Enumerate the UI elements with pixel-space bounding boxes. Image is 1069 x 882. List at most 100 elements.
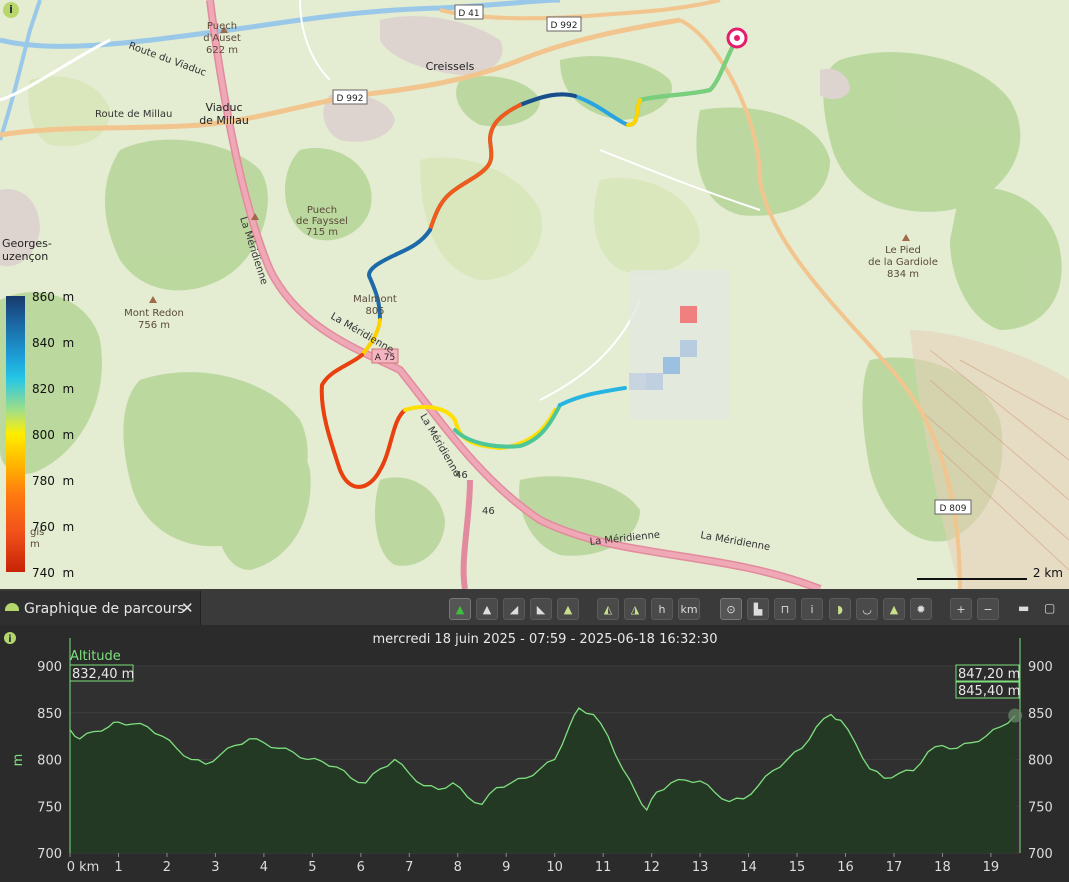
altitude-icon[interactable]: ▲: [449, 598, 471, 620]
scale-bar: [917, 578, 1027, 580]
chart-title: mercredi 18 juin 2025 - 07:59 - 2025-06-…: [373, 632, 718, 647]
zoom-in-icon[interactable]: +: [950, 598, 972, 620]
road-label-millau: Route de Millau: [95, 109, 172, 120]
legend-tick: 860 m: [32, 290, 75, 304]
svg-text:D 992: D 992: [337, 94, 364, 104]
sun-icon[interactable]: ✹: [910, 598, 932, 620]
chart-mode-icon[interactable]: ▙: [747, 598, 769, 620]
map-view[interactable]: Puech d'Auset 622 m Creissels Viaduc de Mil…: [0, 0, 1069, 589]
legend-tick: 840 m: [32, 336, 75, 350]
place-georges: Georges-uzençon: [2, 237, 52, 263]
y-tick-label-right: 700: [1028, 847, 1053, 862]
end-value-box: 845,40 m: [955, 681, 1020, 699]
x-tick-label: 16: [837, 860, 854, 875]
x-tick-label: 8: [454, 860, 462, 875]
track-chart-panel: Graphique de parcours ✕ ▲ ▲ ◢ ◣ ▲ ◭ ◮ h km ⊙ ▙ ⊓ i ◗ ◡…: [0, 589, 1069, 882]
x-tick-label: 6: [357, 860, 365, 875]
x-tick-label: 19: [983, 860, 1000, 875]
place-gardiole: Le Pied de la Gardiole 834 m: [868, 245, 938, 280]
legend-tick: 800 m: [32, 428, 75, 442]
map-canvas[interactable]: Puech d'Auset 622 m Creissels Viaduc de Mil…: [0, 0, 1069, 589]
legend-tick: 780 m: [32, 474, 75, 488]
y-tick-label-left: 800: [37, 754, 62, 769]
x-tick-label: 4: [260, 860, 268, 875]
tab-track-chart[interactable]: Graphique de parcours ✕: [0, 591, 201, 625]
place-creissels: Creissels: [426, 60, 475, 73]
x-tick-label: 10: [546, 860, 563, 875]
road-label-meridienne-5: La Méridienne: [699, 529, 771, 553]
time-icon[interactable]: h: [651, 598, 673, 620]
end-value-label: 847,20 m: [958, 667, 1020, 682]
legend-tick: 820 m: [32, 382, 75, 396]
elevation-fill-icon[interactable]: ▲: [557, 598, 579, 620]
restricted-area: [910, 330, 1069, 589]
minimize-icon[interactable]: ▬: [1018, 601, 1029, 615]
road-label-viaduc: Route du Viaduc: [127, 40, 208, 78]
y-tick-label-right: 800: [1028, 754, 1053, 769]
start-value-box: 832,40 m: [69, 664, 134, 682]
x-tick-label: 9: [502, 860, 510, 875]
y-tick-label-left: 750: [37, 800, 62, 815]
x-tick-label: 7: [405, 860, 413, 875]
x-tick-label: 12: [643, 860, 660, 875]
svg-text:D 809: D 809: [940, 504, 967, 514]
legend-tick: 760 m: [32, 520, 75, 534]
start-marker-dot: [734, 35, 740, 41]
x-tick-label: 1: [114, 860, 122, 875]
y-tick-label-left: 900: [37, 660, 62, 675]
place-malmont: Malmont 805: [353, 294, 397, 317]
end-value-box: 847,20 m: [955, 664, 1020, 682]
redacted-region: [629, 270, 730, 420]
chart-tab-icon: [5, 603, 19, 611]
tab-title: Graphique de parcours: [24, 601, 185, 617]
pace-icon[interactable]: ◣: [530, 598, 552, 620]
y-axis-label: m: [11, 754, 26, 767]
x-tick-label: 18: [934, 860, 951, 875]
map-scale: 2 km: [917, 566, 1063, 580]
svg-text:A 75: A 75: [375, 353, 395, 363]
elevation-legend: 860 m 840 m 820 m 800 m 780 m 760 m 740 …: [0, 290, 80, 580]
altitude-chart[interactable]: 900 900850 850800 800750 750700 7000 km 1 2 3 4 5 6…: [0, 625, 1069, 882]
x-tick-label: 17: [886, 860, 903, 875]
x-tick-label: 0 km: [67, 860, 100, 875]
distance-km-icon[interactable]: km: [678, 598, 700, 620]
y-tick-label-left: 700: [37, 847, 62, 862]
scale-label: 2 km: [1032, 566, 1063, 580]
x-tick-label: 2: [163, 860, 171, 875]
x-tick-label: 14: [740, 860, 757, 875]
close-tab-icon[interactable]: ✕: [181, 599, 194, 617]
center-icon[interactable]: ⊙: [720, 598, 742, 620]
slope-icon[interactable]: ▲: [476, 598, 498, 620]
svg-text:D 41: D 41: [458, 9, 479, 19]
x-tick-label: 3: [211, 860, 219, 875]
start-value-label: 832,40 m: [72, 667, 134, 682]
zoom-out-icon[interactable]: −: [977, 598, 999, 620]
valley-icon[interactable]: ◡: [856, 598, 878, 620]
map-info-icon[interactable]: i: [3, 2, 19, 18]
road-label-46-a: 46: [455, 470, 468, 481]
legend-tick: 740 m: [32, 566, 75, 580]
y-tick-label-right: 850: [1028, 707, 1053, 722]
svg-text:D 992: D 992: [551, 21, 578, 31]
info-icon[interactable]: i: [801, 598, 823, 620]
hills-icon[interactable]: ◮: [624, 598, 646, 620]
x-tick-label: 11: [595, 860, 612, 875]
end-point-marker[interactable]: [1008, 708, 1023, 723]
vertical-icon[interactable]: ◭: [597, 598, 619, 620]
road-sign-d992-a: D 992: [546, 16, 582, 32]
road-sign-d992-b: D 992: [332, 89, 368, 105]
series-label-altitude: Altitude: [70, 649, 121, 664]
place-puech-auset: Puech d'Auset 622 m: [203, 21, 241, 56]
y-tick-label-right: 900: [1028, 660, 1053, 675]
x-tick-label: 13: [692, 860, 709, 875]
maximize-icon[interactable]: ▢: [1044, 601, 1055, 615]
road-sign-d41: D 41: [454, 4, 484, 20]
compare-icon[interactable]: ⊓: [774, 598, 796, 620]
speed-icon[interactable]: ◢: [503, 598, 525, 620]
x-tick-label: 5: [308, 860, 316, 875]
road-sign-d809: D 809: [934, 499, 972, 515]
place-mont-redon: Mont Redon 756 m: [124, 308, 184, 331]
split-icon[interactable]: ◗: [829, 598, 851, 620]
y-tick-label-left: 850: [37, 707, 62, 722]
peak-icon[interactable]: ▲: [883, 598, 905, 620]
